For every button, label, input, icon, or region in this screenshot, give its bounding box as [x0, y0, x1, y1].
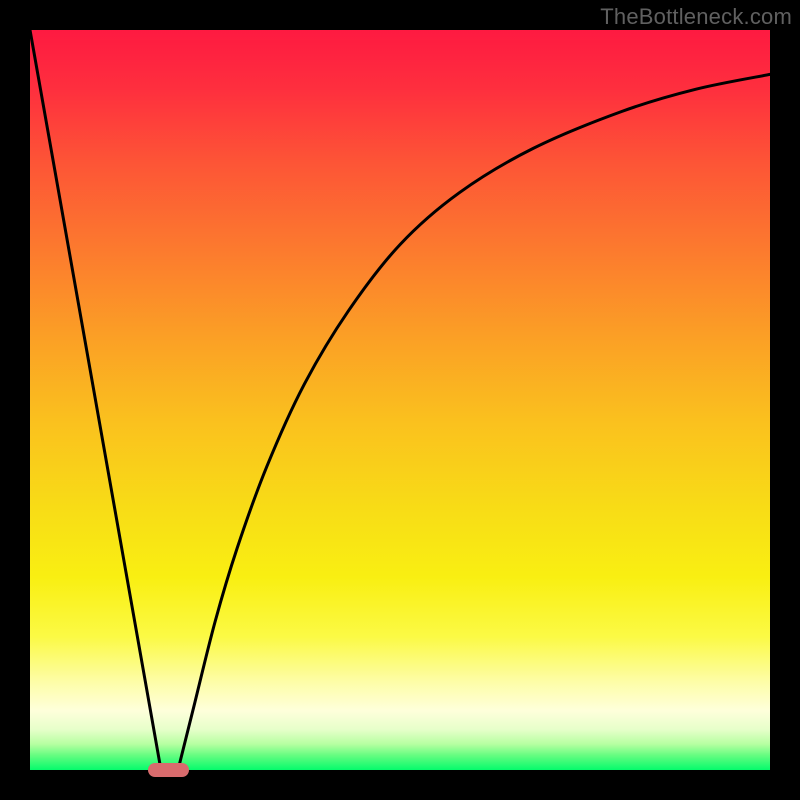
right-branch-line — [178, 74, 770, 770]
chart-curves — [30, 30, 770, 770]
chart-frame: TheBottleneck.com — [0, 0, 800, 800]
plot-area — [30, 30, 770, 770]
watermark-text: TheBottleneck.com — [600, 4, 792, 30]
bottleneck-marker — [148, 763, 189, 777]
left-branch-line — [30, 30, 161, 770]
